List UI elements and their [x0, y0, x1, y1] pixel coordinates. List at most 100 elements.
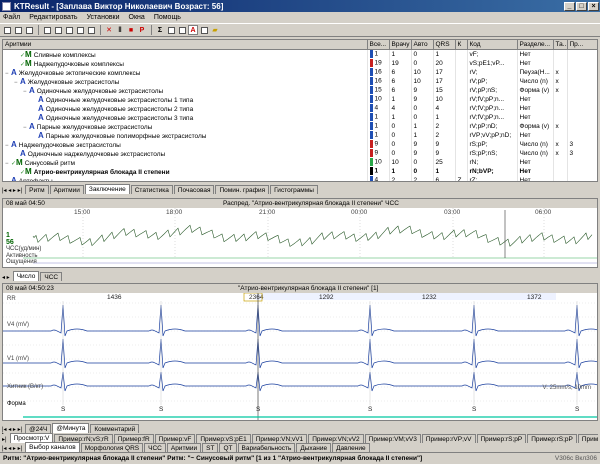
table-cell [567, 130, 597, 140]
table-cell: 2 [433, 121, 456, 131]
col-header[interactable]: Та... [553, 40, 568, 50]
table-cell: Нет [517, 94, 554, 104]
table-row[interactable]: A Одиночные наджелудочковые экстрасистолы… [3, 148, 597, 158]
col-header[interactable]: Авто [411, 40, 434, 50]
table-row[interactable]: − A Наджелудочковые экстрасистолы 9 0 9 9 rS;pP… [3, 139, 597, 149]
minimize-button[interactable]: _ [564, 1, 575, 11]
ecg-panel[interactable]: 08 май 04:50:23 "Атрио-вентрикулярная бл… [2, 283, 598, 421]
tab-view[interactable]: Вариабельность [237, 443, 296, 452]
tab-nav-arrows[interactable]: |◂ ◂ ▸ ▸| [2, 426, 22, 433]
table-row[interactable]: − ✓M Синусовый ритм 10 10 0 25 rN; Нет [3, 157, 597, 167]
col-header[interactable]: Пр... [567, 40, 597, 50]
tab-hourly[interactable]: Почасовая [173, 185, 215, 194]
doc-icon[interactable] [177, 25, 187, 35]
tab-count[interactable]: Число [12, 271, 40, 281]
save-icon[interactable] [13, 25, 23, 35]
col-header[interactable]: К [455, 40, 468, 50]
table-row[interactable]: − A Желудочковые экстрасистолы 16 6 10 17 rV;pP… [3, 76, 597, 86]
sum-icon[interactable]: Σ [155, 25, 165, 35]
maximize-button[interactable]: □ [576, 1, 587, 11]
color-swatch [369, 104, 373, 112]
color-swatch [369, 176, 373, 181]
folder-icon[interactable]: ▰ [210, 25, 220, 35]
color-swatch [369, 86, 373, 94]
copy-icon[interactable] [53, 25, 63, 35]
color-swatch [369, 68, 373, 76]
col-header[interactable]: Код [467, 40, 518, 50]
tab-arrhythmias[interactable]: Аритмии [49, 185, 84, 194]
table-row[interactable]: A Артефакты 4 2 2 6 ZrZ; Нет [3, 175, 597, 181]
ecg-graph[interactable]: 1436 2364 1292 1232 1372 S S S S S S [3, 293, 597, 421]
tab-conclusion[interactable]: Заключение [84, 184, 130, 194]
p-icon[interactable]: P [137, 25, 147, 35]
paste-icon[interactable] [64, 25, 74, 35]
hr-trend-graph[interactable]: 15:00 18:00 21:00 00:00 03:00 06:00 [3, 208, 597, 267]
tab-hr[interactable]: ЧСС [40, 272, 63, 281]
arrhythmia-name: Желудочковые экстрасистолы [27, 78, 120, 86]
arrhythmia-type-icon: M [25, 58, 32, 68]
tab-view[interactable]: ST [202, 443, 219, 452]
close-button[interactable]: × [588, 1, 599, 11]
table-icon[interactable] [42, 25, 52, 35]
tab-comment[interactable]: Комментарий [90, 424, 140, 433]
tab-statistics[interactable]: Статистика [130, 185, 173, 194]
table-row[interactable]: A Одиночные желудочковые экстрасистолы 3 … [3, 112, 597, 122]
tab-24h[interactable]: @24Ч [25, 424, 52, 433]
table-cell [567, 85, 597, 95]
font-a-icon[interactable]: A [188, 25, 198, 35]
menu-edit[interactable]: Редактировать [29, 14, 77, 21]
tab-nav-arrows[interactable]: ◂ ▸ [2, 274, 10, 281]
stop-icon[interactable]: ■ [126, 25, 136, 35]
table-cell [567, 175, 597, 181]
open-icon[interactable] [2, 25, 12, 35]
table-cell: rV; [467, 67, 518, 77]
col-header[interactable]: QRS [433, 40, 456, 50]
col-header[interactable]: Все... [367, 40, 390, 50]
table-row[interactable]: − A Желудочковые эктопические комплексы 16 6… [3, 67, 597, 77]
table-cell: rZ; [467, 175, 518, 181]
table-row[interactable]: ✓M Сливные комплексы 1 1 0 1 vF; Нет [3, 49, 597, 59]
list-icon[interactable] [199, 25, 209, 35]
table-row[interactable]: − A Одиночные желудочковые экстрасистолы 15… [3, 85, 597, 95]
table-row[interactable]: ✓M Наджелудочковые комплексы 19 19 0 20 vS;pE1… [3, 58, 597, 68]
tab-view[interactable]: Аритмии [166, 443, 202, 452]
menu-file[interactable]: Файл [3, 14, 20, 21]
arrhythmia-type-icon: A [20, 148, 26, 158]
table-row[interactable]: ✓M Атрио-вентрикулярная блокада II степен… [3, 166, 597, 176]
tab-view[interactable]: Давление [332, 443, 370, 452]
col-header[interactable]: Врачу [389, 40, 412, 50]
chart-icon[interactable] [86, 25, 96, 35]
tab-view[interactable]: Морфология QRS [80, 443, 144, 452]
pause-icon[interactable]: ‖ [115, 25, 125, 35]
tab-view[interactable]: ЧСС [144, 443, 166, 452]
tab-histograms[interactable]: Гистограммы [270, 185, 318, 194]
menu-settings[interactable]: Установки [87, 14, 120, 21]
tab-minute[interactable]: @Минута [52, 423, 90, 433]
time-label: 06:00 [535, 209, 552, 216]
menu-windows[interactable]: Окна [129, 14, 145, 21]
tab-rhythm[interactable]: Ритм [25, 185, 49, 194]
table-row[interactable]: A Одиночные желудочковые экстрасистолы 1 … [3, 94, 597, 104]
tab-minute-graph[interactable]: Помин. графия [215, 185, 270, 194]
delete-icon[interactable]: ✕ [104, 25, 114, 35]
trend-labels: 1 56 ЧСС(уд/мин) Активность Ощущения [6, 232, 41, 266]
beat-label: S [368, 406, 373, 413]
table-row[interactable]: A Парные желудочковые полиморфные экстрас… [3, 130, 597, 140]
col-header[interactable]: Разделе... [517, 40, 554, 50]
menu-help[interactable]: Помощь [154, 14, 181, 21]
tab-view[interactable]: Выбор каналов [25, 442, 80, 452]
table-row[interactable]: − A Парные желудочковые экстрасистолы 1 0 1 2 r… [3, 121, 597, 131]
col-header[interactable]: Аритмии [3, 40, 368, 50]
tab-view[interactable]: QT [219, 443, 237, 452]
grid-icon[interactable] [75, 25, 85, 35]
tree-icon[interactable] [166, 25, 176, 35]
tab-nav-arrows[interactable]: |◂ ◂ ▸ ▸| [2, 187, 22, 194]
table-row[interactable]: A Одиночные желудочковые экстрасистолы 2 … [3, 103, 597, 113]
table-cell: rS;pP;nS; [467, 148, 518, 158]
table-cell: 1 [367, 49, 390, 59]
print-icon[interactable] [24, 25, 34, 35]
hr-trend-panel[interactable]: 08 май 04:50 Распред. "Атрио-вентрикуляр… [2, 198, 598, 268]
tab-nav-arrows[interactable]: |◂ ◂ ▸ ▸| [2, 445, 22, 452]
table-cell: 16 [367, 76, 390, 86]
tab-view[interactable]: Дыхание [296, 443, 332, 452]
